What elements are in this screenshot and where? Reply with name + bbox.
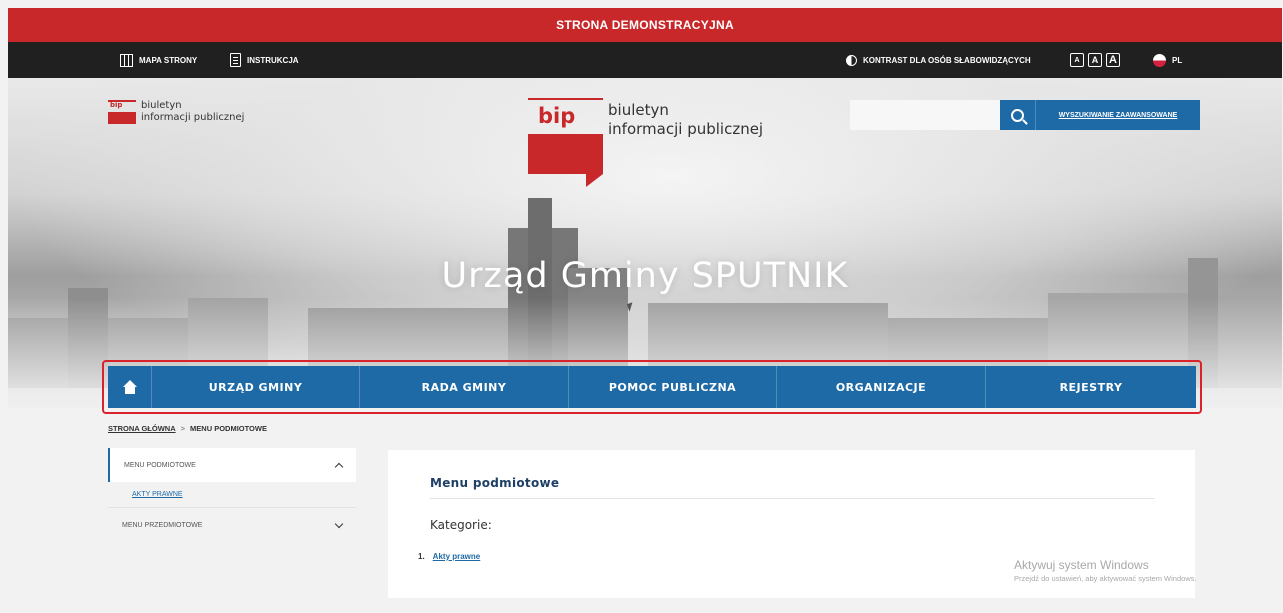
search-input[interactable]: [850, 100, 1000, 130]
breadcrumb-home-link[interactable]: STRONA GŁÓWNA: [108, 424, 176, 433]
font-size-medium-button[interactable]: A: [1088, 53, 1102, 67]
nav-item-urzad-gminy[interactable]: URZĄD GMINY: [152, 366, 360, 408]
nav-item-organizacje[interactable]: ORGANIZACJE: [777, 366, 986, 408]
chevron-down-icon[interactable]: [334, 519, 344, 528]
demo-banner: STRONA DEMONSTRACYJNA: [8, 8, 1282, 42]
language-selector[interactable]: PL: [1153, 42, 1182, 78]
language-label: PL: [1172, 55, 1183, 65]
sitemap-label: MAPA STRONY: [139, 55, 198, 65]
nav-item-rejestry[interactable]: REJESTRY: [986, 366, 1196, 408]
sidebar-item-label: MENU PRZEDMIOTOWE: [122, 521, 203, 529]
bip-main-logo[interactable]: bip biuletyn informacji publicznej: [528, 98, 788, 188]
font-size-controls: A A A: [1070, 42, 1120, 78]
categories-label: Kategorie:: [430, 518, 492, 532]
search-icon: [1011, 108, 1024, 122]
bip-small-badge: bip: [110, 101, 123, 109]
home-button[interactable]: [108, 366, 152, 408]
demo-banner-text: STRONA DEMONSTRACYJNA: [556, 18, 734, 32]
search-button[interactable]: [1000, 100, 1035, 130]
bip-main-line1: biuletyn: [608, 101, 669, 119]
page-title: Urząd Gminy SPUTNIK: [441, 256, 849, 296]
home-icon: [122, 380, 137, 394]
bip-small-line2: informacji publicznej: [141, 112, 245, 123]
sidebar-item-label: MENU PODMIOTOWE: [124, 461, 196, 469]
main-nav: URZĄD GMINY RADA GMINY POMOC PUBLICZNA O…: [108, 366, 1196, 408]
search-bar: WYSZUKIWANIE ZAAWANSOWANE: [850, 100, 1200, 130]
sidebar-menu: MENU PODMIOTOWE AKTY PRAWNE MENU PRZEDMI…: [108, 448, 356, 542]
sitemap-link[interactable]: MAPA STRONY: [120, 42, 197, 78]
watermark-line2: Przejdź do ustawień, aby aktywować syste…: [1014, 574, 1197, 583]
map-icon: [120, 53, 133, 67]
hero-banner: bip biuletyn informacji publicznej bip b…: [8, 78, 1282, 408]
chevron-up-icon[interactable]: [334, 462, 344, 471]
contrast-label: KONTRAST DLA OSÓB SŁABOWIDZĄCYCH: [863, 55, 1031, 65]
list-item: 1. Akty prawne: [418, 552, 480, 561]
poland-flag-icon: [1153, 53, 1166, 67]
nav-item-pomoc-publiczna[interactable]: POMOC PUBLICZNA: [569, 366, 777, 408]
contrast-icon: [846, 54, 857, 66]
top-bar: MAPA STRONY INSTRUKCJA KONTRAST DLA OSÓB…: [8, 42, 1282, 78]
bip-main-line2: informacji publicznej: [608, 120, 764, 138]
nav-item-rada-gminy[interactable]: RADA GMINY: [360, 366, 569, 408]
breadcrumb: STRONA GŁÓWNA > MENU PODMIOTOWE: [108, 424, 267, 433]
windows-activation-watermark: Aktywuj system Windows Przejdź do ustawi…: [1014, 558, 1197, 583]
sidebar-item-menu-przedmiotowe[interactable]: MENU PRZEDMIOTOWE: [108, 508, 356, 542]
breadcrumb-current: MENU PODMIOTOWE: [190, 424, 267, 433]
bip-small-logo[interactable]: bip biuletyn informacji publicznej: [108, 100, 244, 128]
sidebar-subitem-akty-prawne[interactable]: AKTY PRAWNE: [108, 482, 356, 508]
instructions-link[interactable]: INSTRUKCJA: [230, 42, 299, 78]
contrast-toggle[interactable]: KONTRAST DLA OSÓB SŁABOWIDZĄCYCH: [846, 42, 1031, 78]
list-item-number: 1.: [418, 552, 425, 561]
content-title: Menu podmiotowe: [430, 476, 560, 490]
instructions-label: INSTRUKCJA: [247, 55, 299, 65]
sidebar-item-menu-podmiotowe[interactable]: MENU PODMIOTOWE: [108, 448, 356, 482]
breadcrumb-separator: >: [180, 424, 186, 433]
advanced-search-link[interactable]: WYSZUKIWANIE ZAAWANSOWANE: [1035, 100, 1200, 130]
bip-small-line1: biuletyn: [141, 100, 182, 111]
bip-main-badge: bip: [538, 104, 576, 128]
font-size-large-button[interactable]: A: [1106, 53, 1120, 67]
watermark-line1: Aktywuj system Windows: [1014, 558, 1149, 572]
divider: [430, 498, 1155, 499]
font-size-small-button[interactable]: A: [1070, 53, 1084, 67]
document-icon: [230, 53, 241, 67]
list-item-link[interactable]: Akty prawne: [433, 552, 481, 561]
